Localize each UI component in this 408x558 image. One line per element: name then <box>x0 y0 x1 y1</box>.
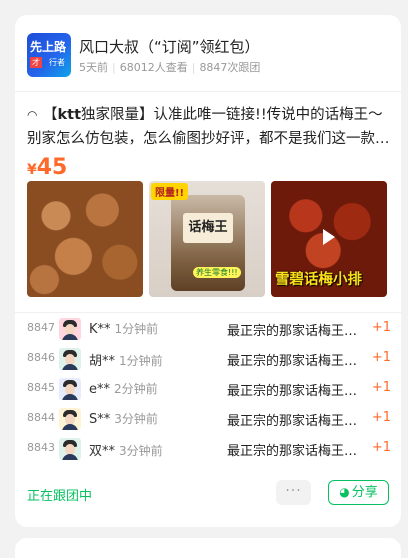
play-icon <box>323 229 335 245</box>
post-time: 5天前 <box>79 61 108 74</box>
divider <box>15 91 401 92</box>
view-count: 68012人查看 <box>119 61 188 74</box>
fan-icon: ◠ <box>27 108 38 122</box>
order-number: 8846 <box>27 351 55 364</box>
order-row[interactable]: 8845 e** 2分钟前 最正宗的那家话梅王… +1 <box>27 375 391 405</box>
order-product: 最正宗的那家话梅王… <box>227 384 358 399</box>
wechat-icon: ◕ <box>339 485 350 499</box>
order-product: 最正宗的那家话梅王… <box>227 354 358 369</box>
user-avatar <box>59 438 81 460</box>
user-avatar <box>59 318 81 340</box>
limited-badge: 限量!! <box>151 183 189 200</box>
order-quantity: +1 <box>371 350 391 365</box>
author-avatar[interactable]: 先上路 才 行者 <box>27 33 71 77</box>
product-image-2[interactable]: 限量!! 话梅王 养生零食!!! <box>149 181 265 297</box>
next-card-peek <box>15 538 401 558</box>
order-quantity: +1 <box>371 440 391 455</box>
order-product: 最正宗的那家话梅王… <box>227 444 358 459</box>
order-number: 8845 <box>27 381 55 394</box>
group-buy-card[interactable]: 先上路 才 行者 风口大叔（“订阅”领红包） 5天前 | 68012人查看 | 8847… <box>15 15 401 527</box>
order-quantity: +1 <box>371 320 391 335</box>
order-row[interactable]: 8844 S** 3分钟前 最正宗的那家话梅王… +1 <box>27 405 391 435</box>
share-button[interactable]: ◕ 分享 <box>328 480 389 505</box>
post-meta: 5天前 | 68012人查看 | 8847次跟团 <box>79 61 261 74</box>
order-list: 8847 K** 1分钟前 最正宗的那家话梅王… +1 8846 胡** 1分钟前 … <box>27 315 391 465</box>
user-name: S** 3分钟前 <box>89 412 158 427</box>
order-row[interactable]: 8847 K** 1分钟前 最正宗的那家话梅王… +1 <box>27 315 391 345</box>
user-name: e** 2分钟前 <box>89 382 158 397</box>
user-avatar <box>59 378 81 400</box>
order-quantity: +1 <box>371 410 391 425</box>
order-product: 最正宗的那家话梅王… <box>227 414 358 429</box>
order-number: 8844 <box>27 411 55 424</box>
group-status: 正在跟团中 <box>27 489 93 504</box>
join-count: 8847次跟团 <box>199 61 261 74</box>
divider <box>15 312 401 313</box>
order-number: 8847 <box>27 321 55 334</box>
author-name[interactable]: 风口大叔（“订阅”领红包） <box>79 36 260 57</box>
order-quantity: +1 <box>371 380 391 395</box>
bag-label: 话梅王 <box>183 213 233 243</box>
product-video[interactable]: 雪碧话梅小排 <box>271 181 387 297</box>
product-description[interactable]: ◠ 【ktt独家限量】认准此唯一链接!!传说中的话梅王～别家怎么仿包装，怎么偷图抄… <box>27 103 391 151</box>
user-name: 胡** 1分钟前 <box>89 354 163 369</box>
bag-sticker: 养生零食!!! <box>193 267 241 278</box>
user-name: 双** 3分钟前 <box>89 444 163 459</box>
order-number: 8843 <box>27 441 55 454</box>
order-row[interactable]: 8843 双** 3分钟前 最正宗的那家话梅王… +1 <box>27 435 391 465</box>
user-avatar <box>59 408 81 430</box>
card-header: 先上路 才 行者 风口大叔（“订阅”领红包） 5天前 | 68012人查看 | 8847… <box>27 33 389 79</box>
user-avatar <box>59 348 81 370</box>
order-product: 最正宗的那家话梅王… <box>227 324 358 339</box>
price: ¥45 <box>27 155 68 180</box>
product-image-1[interactable] <box>27 181 143 297</box>
video-caption: 雪碧话梅小排 <box>275 272 362 288</box>
order-row[interactable]: 8846 胡** 1分钟前 最正宗的那家话梅王… +1 <box>27 345 391 375</box>
more-button[interactable]: ··· <box>276 480 311 505</box>
user-name: K** 1分钟前 <box>89 322 159 337</box>
